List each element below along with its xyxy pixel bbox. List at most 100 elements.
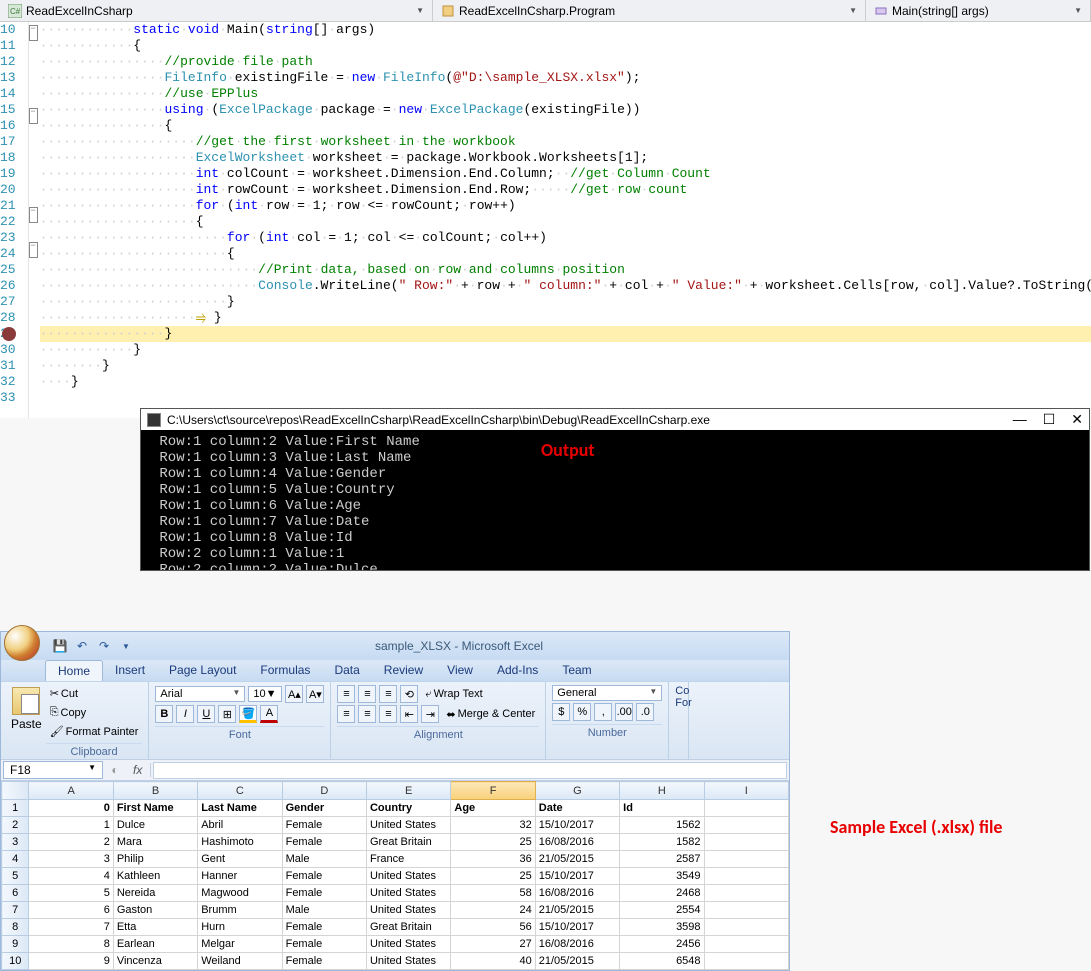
- cell[interactable]: 56: [451, 919, 535, 936]
- cell[interactable]: Female: [282, 953, 366, 970]
- column-header-C[interactable]: C: [198, 782, 282, 800]
- column-header-F[interactable]: F: [451, 782, 535, 800]
- font-family-select[interactable]: Arial▼: [155, 686, 245, 702]
- column-header-D[interactable]: D: [282, 782, 366, 800]
- qat-dropdown-icon[interactable]: ▼: [117, 637, 135, 655]
- cell[interactable]: Great Britain: [366, 834, 450, 851]
- row-header-1[interactable]: 1: [2, 800, 29, 817]
- cell[interactable]: Female: [282, 885, 366, 902]
- cell[interactable]: 2468: [620, 885, 704, 902]
- excel-titlebar[interactable]: 💾 ↶ ↷ ▼ sample_XLSX - Microsoft Excel: [1, 632, 789, 660]
- ribbon-tab-data[interactable]: Data: [322, 660, 371, 681]
- cell[interactable]: 21/05/2015: [535, 851, 619, 868]
- cell[interactable]: 21/05/2015: [535, 953, 619, 970]
- cell[interactable]: 2554: [620, 902, 704, 919]
- copy-button[interactable]: ⎘Copy: [46, 704, 91, 721]
- undo-icon[interactable]: ↶: [73, 637, 91, 655]
- merge-center-button[interactable]: ⬌Merge & Center: [442, 706, 539, 723]
- fold-column[interactable]: −−−−: [29, 22, 38, 418]
- cell[interactable]: Female: [282, 834, 366, 851]
- cell[interactable]: 3: [29, 851, 113, 868]
- cell[interactable]: 1562: [620, 817, 704, 834]
- cell[interactable]: Female: [282, 868, 366, 885]
- cell[interactable]: Id: [620, 800, 704, 817]
- cell[interactable]: 15/10/2017: [535, 817, 619, 834]
- row-header-9[interactable]: 9: [2, 936, 29, 953]
- cell[interactable]: Kathleen: [113, 868, 197, 885]
- cut-button[interactable]: ✂Cut: [46, 685, 82, 702]
- bold-button[interactable]: B: [155, 705, 173, 723]
- cell[interactable]: 7: [29, 919, 113, 936]
- row-header-8[interactable]: 8: [2, 919, 29, 936]
- cell[interactable]: 32: [451, 817, 535, 834]
- row-header-4[interactable]: 4: [2, 851, 29, 868]
- cell[interactable]: Earlean: [113, 936, 197, 953]
- cell[interactable]: 40: [451, 953, 535, 970]
- cell[interactable]: 6: [29, 902, 113, 919]
- decrease-font-button[interactable]: A▾: [306, 685, 324, 703]
- cell[interactable]: Nereida: [113, 885, 197, 902]
- number-format-select[interactable]: General▼: [552, 685, 662, 701]
- align-top-button[interactable]: ≡: [337, 685, 355, 703]
- cell[interactable]: 16/08/2016: [535, 885, 619, 902]
- cell[interactable]: United States: [366, 868, 450, 885]
- ribbon-tab-insert[interactable]: Insert: [103, 660, 157, 681]
- align-middle-button[interactable]: ≡: [358, 685, 376, 703]
- vs-nav-project[interactable]: C# ReadExcelInCsharp ▼: [0, 0, 433, 21]
- font-color-button[interactable]: A: [260, 705, 278, 723]
- cell[interactable]: Gaston: [113, 902, 197, 919]
- cell[interactable]: Brumm: [198, 902, 282, 919]
- cell[interactable]: Male: [282, 851, 366, 868]
- cell[interactable]: Vincenza: [113, 953, 197, 970]
- ribbon-tab-home[interactable]: Home: [45, 660, 103, 681]
- vs-nav-method[interactable]: Main(string[] args) ▼: [866, 0, 1091, 21]
- cell[interactable]: 8: [29, 936, 113, 953]
- italic-button[interactable]: I: [176, 705, 194, 723]
- ribbon-tab-team[interactable]: Team: [550, 660, 603, 681]
- row-header-2[interactable]: 2: [2, 817, 29, 834]
- code-editor[interactable]: 1011121314151617181920212223242526272829…: [0, 22, 1091, 418]
- column-header-I[interactable]: I: [704, 782, 788, 800]
- border-button[interactable]: ⊞: [218, 705, 236, 723]
- row-header-3[interactable]: 3: [2, 834, 29, 851]
- increase-font-button[interactable]: A▴: [285, 685, 303, 703]
- cell[interactable]: Gender: [282, 800, 366, 817]
- cell[interactable]: 3549: [620, 868, 704, 885]
- column-header-G[interactable]: G: [535, 782, 619, 800]
- wrap-text-button[interactable]: ⤶Wrap Text: [421, 686, 486, 703]
- cell[interactable]: Weiland: [198, 953, 282, 970]
- cell[interactable]: 36: [451, 851, 535, 868]
- column-header-E[interactable]: E: [366, 782, 450, 800]
- cell[interactable]: Country: [366, 800, 450, 817]
- cell[interactable]: Melgar: [198, 936, 282, 953]
- ribbon-tab-view[interactable]: View: [435, 660, 485, 681]
- cell[interactable]: 1: [29, 817, 113, 834]
- decrease-indent-button[interactable]: ⇤: [400, 705, 418, 723]
- cell[interactable]: Philip: [113, 851, 197, 868]
- cell[interactable]: Hashimoto: [198, 834, 282, 851]
- console-output[interactable]: Row:1 column:2 Value:First Name Row:1 co…: [141, 430, 1089, 570]
- cell[interactable]: 5: [29, 885, 113, 902]
- cell[interactable]: Hurn: [198, 919, 282, 936]
- cell[interactable]: Female: [282, 919, 366, 936]
- cell[interactable]: United States: [366, 936, 450, 953]
- align-center-button[interactable]: ≡: [358, 705, 376, 723]
- cell[interactable]: Abril: [198, 817, 282, 834]
- cell[interactable]: United States: [366, 902, 450, 919]
- increase-indent-button[interactable]: ⇥: [421, 705, 439, 723]
- cell[interactable]: Last Name: [198, 800, 282, 817]
- cell[interactable]: 2456: [620, 936, 704, 953]
- cell[interactable]: Mara: [113, 834, 197, 851]
- cell[interactable]: 58: [451, 885, 535, 902]
- cell[interactable]: First Name: [113, 800, 197, 817]
- percent-button[interactable]: %: [573, 703, 591, 721]
- name-box-expand[interactable]: ◐: [105, 763, 125, 777]
- fill-color-button[interactable]: 🪣: [239, 705, 257, 723]
- align-bottom-button[interactable]: ≡: [379, 685, 397, 703]
- cell[interactable]: Gent: [198, 851, 282, 868]
- cell[interactable]: Great Britain: [366, 919, 450, 936]
- row-header-5[interactable]: 5: [2, 868, 29, 885]
- cell[interactable]: 1582: [620, 834, 704, 851]
- cell[interactable]: 27: [451, 936, 535, 953]
- currency-button[interactable]: $: [552, 703, 570, 721]
